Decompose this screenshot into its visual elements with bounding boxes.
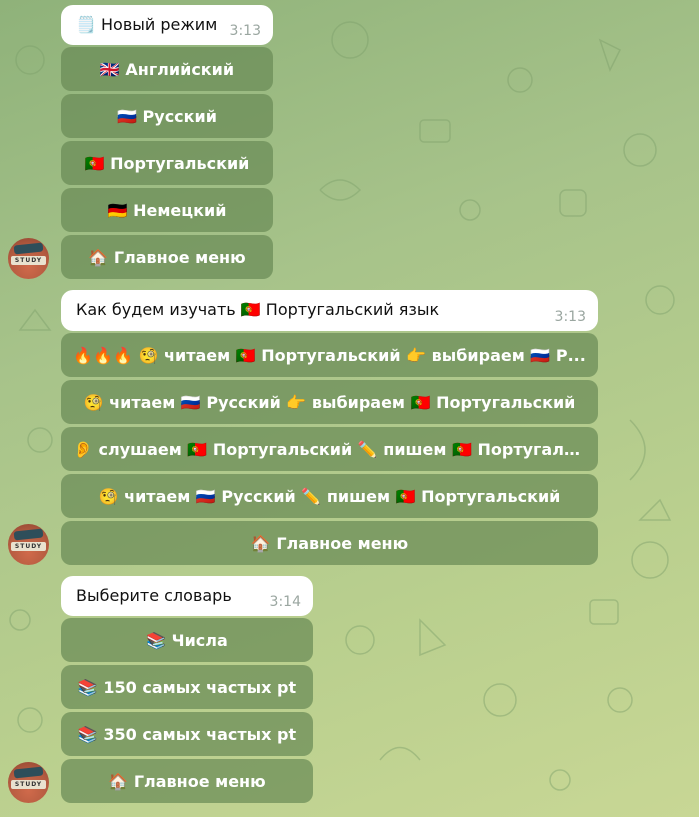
message-time: 3:13 (554, 309, 586, 325)
bot-avatar[interactable]: STUDY (8, 238, 49, 279)
keyboard-button-english[interactable]: 🇬🇧 Английский (61, 47, 273, 91)
keyboard-button-russian[interactable]: 🇷🇺 Русский (61, 94, 273, 138)
avatar-label: STUDY (11, 780, 46, 789)
message-time: 3:13 (229, 23, 261, 39)
keyboard-button-main-menu[interactable]: 🏠 Главное меню (61, 235, 273, 279)
keyboard-button-read-ru-choose-pt[interactable]: 🧐 читаем 🇷🇺 Русский 👉 выбираем 🇵🇹 Португ… (61, 380, 598, 424)
message-time: 3:14 (269, 594, 301, 610)
avatar-label: STUDY (11, 542, 46, 551)
keyboard-button-numbers[interactable]: 📚 Числа (61, 618, 313, 662)
keyboard-button-read-pt-choose-ru[interactable]: 🔥🔥🔥 🧐 читаем 🇵🇹 Португальский 👉 выбираем… (61, 333, 598, 377)
message-text: Выберите словарь (76, 586, 232, 605)
message-bubble: Как будем изучать 🇵🇹 Португальский язык … (61, 290, 598, 331)
keyboard-button-main-menu[interactable]: 🏠 Главное меню (61, 521, 598, 565)
message-text: 🗒️ Новый режим (76, 15, 218, 34)
message-text: Как будем изучать 🇵🇹 Португальский язык (76, 300, 440, 319)
keyboard-button-portuguese[interactable]: 🇵🇹 Португальский (61, 141, 273, 185)
bot-avatar[interactable]: STUDY (8, 762, 49, 803)
keyboard-button-german[interactable]: 🇩🇪 Немецкий (61, 188, 273, 232)
message-bubble: Выберите словарь 3:14 (61, 576, 313, 616)
keyboard-button-350-words[interactable]: 📚 350 самых частых pt (61, 712, 313, 756)
message-bubble: 🗒️ Новый режим 3:13 (61, 5, 273, 45)
bot-avatar[interactable]: STUDY (8, 524, 49, 565)
keyboard-button-read-ru-write-pt[interactable]: 🧐 читаем 🇷🇺 Русский ✏️ пишем 🇵🇹 Португал… (61, 474, 598, 518)
keyboard-button-listen-pt-write-pt[interactable]: 👂 слушаем 🇵🇹 Португальский ✏️ пишем 🇵🇹 П… (61, 427, 598, 471)
keyboard-button-150-words[interactable]: 📚 150 самых частых pt (61, 665, 313, 709)
avatar-label: STUDY (11, 256, 46, 265)
keyboard-button-main-menu[interactable]: 🏠 Главное меню (61, 759, 313, 803)
